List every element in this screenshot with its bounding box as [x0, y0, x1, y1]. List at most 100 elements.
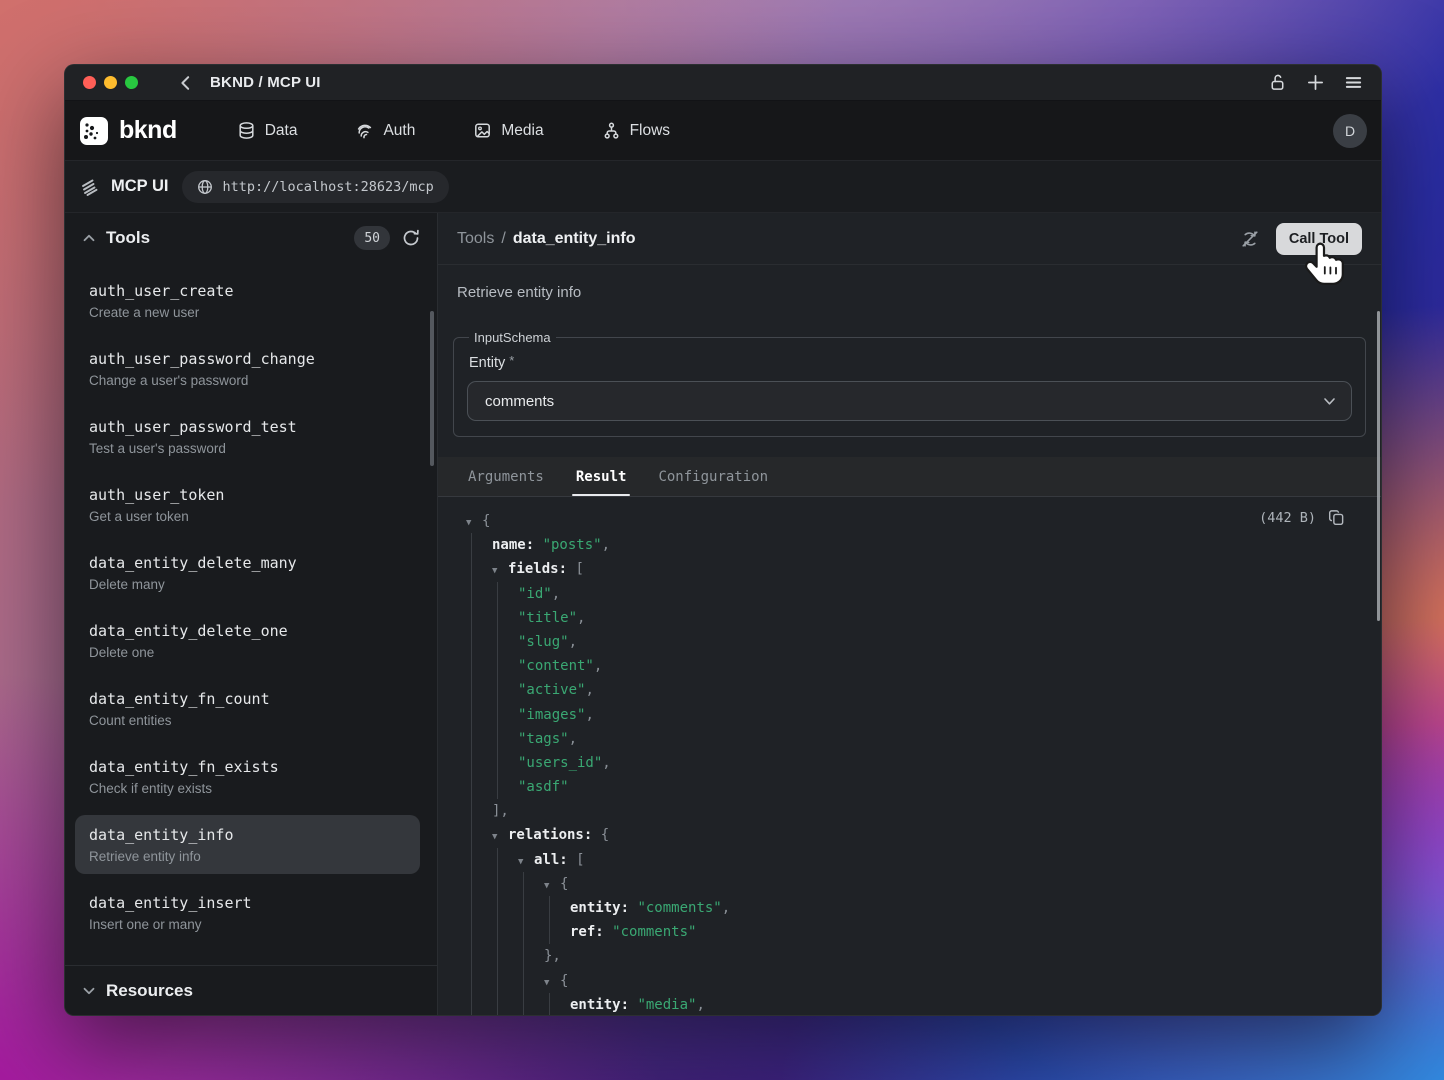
entity-select[interactable]: comments — [467, 381, 1352, 421]
sidebar-tool-data_entity_info[interactable]: data_entity_infoRetrieve entity info — [75, 815, 420, 874]
json-line[interactable]: ▼{ — [544, 969, 1361, 993]
json-line: "slug", — [518, 630, 1361, 654]
tools-label: Tools — [106, 228, 150, 248]
menu-button[interactable] — [1344, 73, 1363, 92]
database-icon — [237, 121, 256, 140]
json-line: "tags", — [518, 727, 1361, 751]
json-children: ▼{entity: "comments",ref: "comments"},▼{… — [523, 872, 1361, 1015]
breadcrumb-parent[interactable]: Tools — [457, 230, 494, 248]
lock-open-icon[interactable] — [1268, 73, 1287, 92]
nav-item-label: Media — [501, 122, 543, 140]
tab-arguments[interactable]: Arguments — [466, 457, 546, 496]
new-tab-button[interactable] — [1306, 73, 1325, 92]
sidebar-tool-data_entity_fn_count[interactable]: data_entity_fn_countCount entities — [75, 679, 420, 738]
call-tool-button[interactable]: Call Tool — [1276, 223, 1362, 255]
json-line: "images", — [518, 703, 1361, 727]
tool-name: data_entity_insert — [89, 891, 406, 915]
refresh-tools-button[interactable] — [402, 229, 420, 247]
avatar[interactable]: D — [1333, 114, 1367, 148]
json-line[interactable]: ▼relations: { — [492, 823, 1361, 847]
app-window: BKND / MCP UI — [64, 64, 1382, 1016]
nav-item-auth[interactable]: Auth — [355, 121, 415, 140]
brand-name: bknd — [119, 116, 177, 145]
top-navbar: bknd Data Auth Media Flows D — [65, 101, 1381, 161]
sidebar-tool-data_entity_delete_many[interactable]: data_entity_delete_manyDelete many — [75, 543, 420, 602]
payload-size-badge: (442 B) — [1259, 510, 1316, 526]
json-children: ▼all: [▼{entity: "comments",ref: "commen… — [497, 848, 1361, 1015]
sync-off-icon — [1240, 229, 1260, 249]
copy-result-button[interactable] — [1328, 509, 1345, 526]
image-icon — [473, 121, 492, 140]
desktop-background: BKND / MCP UI — [0, 0, 1444, 1080]
entity-select-value: comments — [485, 393, 554, 410]
json-line: "title", — [518, 606, 1361, 630]
sidebar-tool-auth_user_password_test[interactable]: auth_user_password_testTest a user's pas… — [75, 407, 420, 466]
sidebar-tool-data_entity_insert[interactable]: data_entity_insertInsert one or many — [75, 883, 420, 942]
back-button[interactable] — [176, 73, 196, 93]
globe-icon — [197, 179, 213, 195]
tool-name: data_entity_fn_exists — [89, 755, 406, 779]
chevron-down-icon — [82, 984, 96, 998]
tab-result[interactable]: Result — [574, 457, 629, 496]
tool-name: data_entity_info — [89, 823, 406, 847]
tools-section-header[interactable]: Tools 50 — [65, 213, 437, 263]
tool-description: Retrieve entity info — [89, 847, 406, 866]
resources-section-header[interactable]: Resources — [65, 965, 437, 1015]
required-marker: * — [509, 353, 514, 368]
nav-item-data[interactable]: Data — [237, 121, 298, 140]
nav-item-label: Auth — [383, 122, 415, 140]
tool-description: Test a user's password — [89, 439, 406, 458]
json-line: entity: "media", — [570, 993, 1361, 1015]
tool-name: auth_user_password_test — [89, 415, 406, 439]
main-scrollbar-thumb[interactable] — [1377, 311, 1380, 621]
server-url: http://localhost:28623/mcp — [222, 179, 433, 195]
tool-list: auth_user_createCreate a new user auth_us… — [65, 263, 437, 965]
tool-name: data_entity_fn_count — [89, 687, 406, 711]
tool-description: Get a user token — [89, 507, 406, 526]
brand-logo[interactable]: bknd — [79, 116, 177, 146]
copy-icon — [1328, 509, 1345, 526]
nav-item-flows[interactable]: Flows — [602, 121, 670, 140]
sidebar-scrollbar-thumb[interactable] — [430, 311, 434, 466]
close-window-button[interactable] — [83, 76, 96, 89]
json-line[interactable]: ▼{ — [544, 872, 1361, 896]
json-line[interactable]: ▼all: [ — [518, 848, 1361, 872]
sidebar-tool-data_entity_fn_exists[interactable]: data_entity_fn_existsCheck if entity exi… — [75, 747, 420, 806]
maximize-window-button[interactable] — [125, 76, 138, 89]
chevron-left-icon — [176, 73, 196, 93]
mcp-bar: MCP UI http://localhost:28623/mcp — [65, 161, 1381, 213]
bknd-logo-icon — [79, 116, 109, 146]
nav-item-label: Data — [265, 122, 298, 140]
tools-sidebar: Tools 50 auth_user_createCreate a new us… — [65, 213, 438, 1015]
tool-description: Create a new user — [89, 303, 406, 322]
plus-icon — [1306, 73, 1325, 92]
json-line[interactable]: ▼{ — [466, 509, 1361, 533]
nav-item-media[interactable]: Media — [473, 121, 543, 140]
tools-count-badge: 50 — [354, 226, 390, 250]
tool-description: Retrieve entity info — [438, 265, 1381, 330]
sidebar-tool-auth_user_token[interactable]: auth_user_tokenGet a user token — [75, 475, 420, 534]
tool-description: Check if entity exists — [89, 779, 406, 798]
tool-name: auth_user_password_change — [89, 347, 406, 371]
minimize-window-button[interactable] — [104, 76, 117, 89]
server-url-pill[interactable]: http://localhost:28623/mcp — [182, 171, 448, 203]
tool-name: data_entity_delete_many — [89, 551, 406, 575]
auto-call-disabled-button[interactable] — [1240, 229, 1260, 249]
mcp-stack-icon — [79, 176, 101, 198]
tab-configuration[interactable]: Configuration — [656, 457, 770, 496]
result-viewer: (442 B) ▼{name: "posts",▼fields: ["id","… — [438, 497, 1381, 1015]
mcp-title: MCP UI — [111, 177, 168, 196]
tool-name: data_entity_delete_one — [89, 619, 406, 643]
json-line[interactable]: ▼fields: [ — [492, 557, 1361, 581]
json-children: entity: "media",ref: "images" — [549, 993, 1361, 1015]
sidebar-tool-auth_user_password_change[interactable]: auth_user_password_changeChange a user's… — [75, 339, 420, 398]
sidebar-tool-data_entity_delete_one[interactable]: data_entity_delete_oneDelete one — [75, 611, 420, 670]
resources-label: Resources — [106, 981, 193, 1001]
result-tabs: Arguments Result Configuration — [438, 457, 1381, 497]
chevron-down-icon — [1322, 394, 1337, 409]
json-result-tree: ▼{name: "posts",▼fields: ["id","title","… — [451, 509, 1361, 1015]
chevron-up-icon — [82, 231, 96, 245]
sidebar-tool-auth_user_create[interactable]: auth_user_createCreate a new user — [75, 271, 420, 330]
json-line: "asdf" — [518, 775, 1361, 799]
avatar-initial: D — [1345, 123, 1355, 139]
